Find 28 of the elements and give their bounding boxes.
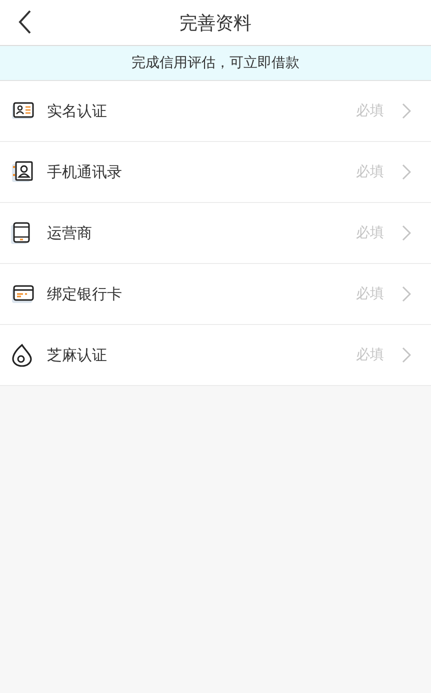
required-label: 必填 <box>356 224 384 242</box>
item-label: 实名认证 <box>47 102 108 120</box>
chevron-right-icon <box>402 225 411 241</box>
list-item[interactable]: 芝麻认证 必填 <box>0 325 431 386</box>
chevron-right-icon <box>402 164 411 180</box>
tablet-icon <box>11 222 31 244</box>
required-label: 必填 <box>356 102 384 120</box>
item-label: 芝麻认证 <box>47 346 108 364</box>
chevron-right-icon <box>402 286 411 302</box>
required-label: 必填 <box>356 163 384 181</box>
required-label: 必填 <box>356 346 384 364</box>
item-label: 运营商 <box>47 224 93 242</box>
drop-icon <box>11 343 33 367</box>
list-item[interactable]: 手机通讯录 必填 <box>0 142 431 203</box>
bank-card-icon <box>11 284 35 304</box>
contacts-icon <box>11 161 35 183</box>
required-label: 必填 <box>356 285 384 303</box>
id-card-icon <box>11 101 35 121</box>
list-item[interactable]: 绑定银行卡 必填 <box>0 264 431 325</box>
list-item[interactable]: 运营商 必填 <box>0 203 431 264</box>
notice-banner: 完成信用评估，可立即借款 <box>0 46 431 81</box>
back-icon[interactable] <box>18 10 32 34</box>
page-title: 完善资料 <box>180 12 252 34</box>
item-label: 绑定银行卡 <box>47 284 123 304</box>
chevron-right-icon <box>402 103 411 119</box>
chevron-right-icon <box>402 347 411 363</box>
item-label: 手机通讯录 <box>47 162 123 182</box>
list-item[interactable]: 实名认证 必填 <box>0 81 431 142</box>
